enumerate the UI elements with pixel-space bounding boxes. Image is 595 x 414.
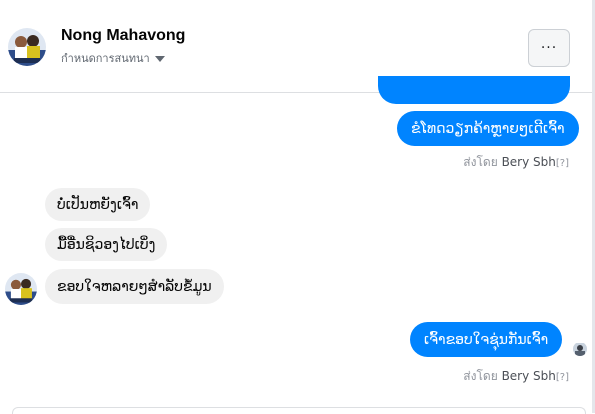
sender-link[interactable]: Bery Sbh (502, 155, 556, 169)
sender-link[interactable]: Bery Sbh (502, 369, 556, 383)
sent-by-prefix: ส่งโดย (463, 369, 498, 383)
message-text: ເຈົ້າຂອບໃຈຊຸ່ນກັນເຈົ້າ (424, 331, 549, 348)
message-text: ຂໍໂທດວຽກຄ້າຫຼາຍໆເດີເຈົ້າ (411, 120, 565, 137)
contact-avatar-small[interactable] (5, 273, 37, 305)
incoming-message[interactable]: ມື້ອື່ນຊິວອງໄປເບິ່ງ (45, 228, 168, 261)
contact-name[interactable]: Nong Mahavong (61, 27, 185, 45)
read-receipt-avatar (573, 342, 587, 356)
incoming-message[interactable]: ຂອບໃຈຫລາຍໆສຳລັບຂໍ້ມູນ (45, 269, 224, 304)
outgoing-message[interactable]: ຂໍໂທດວຽກຄ້າຫຼາຍໆເດີເຈົ້າ (397, 111, 579, 146)
more-options-icon: ··· (540, 40, 558, 56)
conversation-options-label: กำหนดการสนทนา (61, 52, 150, 65)
message-text: ມື້ອື່ນຊິວອງໄປເບິ່ງ (57, 236, 156, 253)
conversation-options[interactable]: กำหนดการสนทนา (61, 49, 165, 67)
message-text: ບໍ່ເປັນຫຍັງເຈົ້າ (57, 196, 139, 213)
outgoing-message[interactable]: ເຈົ້າຂອບໃຈຊຸ່ນກັນເຈົ້າ (410, 322, 563, 357)
chevron-down-icon (154, 56, 165, 62)
contact-avatar[interactable] (8, 28, 46, 66)
sent-by-prefix: ส่งโดย (463, 155, 498, 169)
message-bubble-partial[interactable] (378, 76, 570, 104)
sent-by-label: ส่งโดย Bery Sbh[?] (463, 153, 569, 172)
help-marker[interactable]: [?] (556, 158, 569, 169)
more-options-button[interactable]: ··· (528, 29, 570, 67)
help-marker[interactable]: [?] (556, 372, 569, 383)
sent-by-label: ส่งโดย Bery Sbh[?] (463, 367, 569, 386)
incoming-message[interactable]: ບໍ່ເປັນຫຍັງເຈົ້າ (45, 188, 151, 221)
message-text: ຂອບໃຈຫລາຍໆສຳລັບຂໍ້ມູນ (57, 278, 212, 295)
